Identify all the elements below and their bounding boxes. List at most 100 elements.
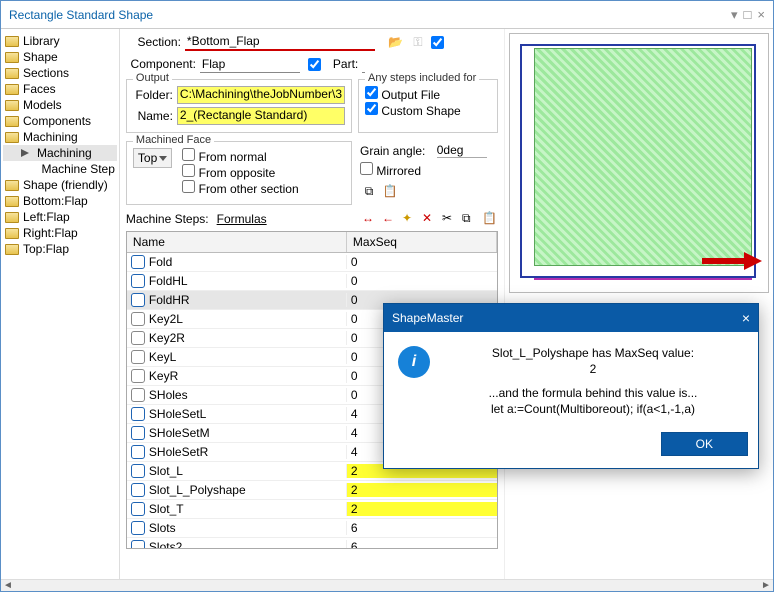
tree-item-label: Faces — [23, 82, 56, 96]
undo-icon[interactable]: ← — [382, 211, 398, 227]
horizontal-scrollbar[interactable]: ◄ ► — [1, 579, 773, 591]
dialog-close-icon[interactable]: × — [742, 310, 750, 326]
row-name: SHoleSetL — [149, 407, 206, 421]
tree-item-label: Machining — [37, 146, 92, 160]
new-icon[interactable]: ✦ — [402, 211, 418, 227]
formulas-link[interactable]: Formulas — [217, 212, 267, 226]
cut-icon[interactable]: ✂ — [442, 211, 458, 227]
table-row[interactable]: Slots26 — [127, 538, 497, 549]
tree-item[interactable]: Left:Flap — [3, 209, 117, 225]
row-seq: 2 — [347, 502, 497, 516]
row-name: KeyL — [149, 350, 176, 364]
part-input[interactable] — [362, 55, 442, 73]
row-name: Slot_L_Polyshape — [149, 483, 246, 497]
tree-item[interactable]: Models — [3, 97, 117, 113]
copy-grain-icon[interactable]: ⧉ — [360, 183, 378, 201]
row-checkbox[interactable] — [131, 388, 145, 402]
tree-panel: LibraryShapeSectionsFaces ModelsComponent… — [1, 29, 120, 579]
row-checkbox[interactable] — [131, 483, 145, 497]
from-other-checkbox[interactable]: From other section — [182, 182, 298, 196]
grain-value[interactable]: 0deg — [437, 143, 487, 158]
row-checkbox[interactable] — [131, 407, 145, 421]
table-row[interactable]: FoldHL0 — [127, 272, 497, 291]
row-checkbox[interactable] — [131, 540, 145, 549]
row-checkbox[interactable] — [131, 445, 145, 459]
tree-item[interactable]: Machining — [3, 145, 117, 161]
outputfile-checkbox[interactable]: Output File — [365, 88, 440, 102]
delete-icon[interactable]: ✕ — [422, 211, 438, 227]
table-row[interactable]: Slot_T 2 — [127, 500, 497, 519]
table-row[interactable]: Fold 0 — [127, 253, 497, 272]
row-seq: 6 — [347, 521, 497, 535]
tree-item-label: Library — [23, 34, 60, 48]
tree-item[interactable]: Shape — [3, 49, 117, 65]
row-checkbox[interactable] — [131, 502, 145, 516]
section-label: Section: — [126, 35, 181, 49]
folder-icon — [5, 132, 19, 143]
table-row[interactable]: Slot_L_Polyshape 2 — [127, 481, 497, 500]
row-checkbox[interactable] — [131, 293, 145, 307]
row-seq: 2 — [347, 483, 497, 497]
tree-item[interactable]: Shape (friendly) — [3, 177, 117, 193]
tree-item[interactable]: Sections — [3, 65, 117, 81]
paste-icon[interactable]: 📋 — [482, 211, 498, 227]
row-checkbox[interactable] — [131, 255, 145, 269]
section-browse-icon[interactable]: 📂 — [387, 33, 405, 51]
face-dropdown[interactable]: Top — [133, 148, 172, 168]
tree-item[interactable]: Right:Flap — [3, 225, 117, 241]
mirrored-checkbox[interactable]: Mirrored — [360, 164, 421, 178]
copy-icon[interactable]: ⧉ — [462, 211, 478, 227]
folder-input[interactable]: C:\Machining\theJobNumber\3 — [177, 86, 345, 104]
dialog-titlebar[interactable]: ShapeMaster × — [384, 304, 758, 332]
section-key-icon[interactable]: ⚿ — [409, 33, 427, 51]
row-seq: 0 — [347, 255, 497, 269]
tree-item[interactable]: Faces — [3, 81, 117, 97]
component-input[interactable] — [200, 55, 300, 73]
row-checkbox[interactable] — [131, 274, 145, 288]
tree-item[interactable]: Components — [3, 113, 117, 129]
tree-item[interactable]: Machine Step — [3, 161, 117, 177]
tree-item[interactable]: Top:Flap — [3, 241, 117, 257]
folder-icon — [5, 52, 19, 63]
row-name: Fold — [149, 255, 172, 269]
tree-item[interactable]: Machining — [3, 129, 117, 145]
row-checkbox[interactable] — [131, 464, 145, 478]
shape-preview — [509, 33, 769, 293]
scroll-left-icon[interactable]: ◄ — [1, 580, 15, 592]
col-name-header[interactable]: Name — [127, 232, 347, 252]
close-icon[interactable]: × — [757, 7, 765, 23]
section-checkbox[interactable] — [431, 36, 444, 49]
scroll-right-icon[interactable]: ► — [759, 580, 773, 592]
section-input[interactable] — [185, 33, 375, 51]
row-name: Slots — [149, 521, 176, 535]
tree-item[interactable]: Bottom:Flap — [3, 193, 117, 209]
row-checkbox[interactable] — [131, 350, 145, 364]
component-checkbox[interactable] — [308, 58, 321, 71]
tree-item-label: Models — [23, 98, 62, 112]
row-seq: 6 — [347, 540, 497, 549]
maximize-icon[interactable]: □ — [744, 7, 752, 23]
col-seq-header[interactable]: MaxSeq — [347, 232, 497, 252]
titlebar: Rectangle Standard Shape ▾ □ × — [1, 1, 773, 29]
row-checkbox[interactable] — [131, 369, 145, 383]
paste-grain-icon[interactable]: 📋 — [381, 182, 399, 200]
row-checkbox[interactable] — [131, 426, 145, 440]
table-row[interactable]: Slots 6 — [127, 519, 497, 538]
tree-item[interactable]: Library — [3, 33, 117, 49]
machined-face-group: Machined Face Top From normal From oppos… — [126, 141, 352, 205]
dialog-text: Slot_L_Polyshape has MaxSeq value: 2 ...… — [442, 346, 744, 416]
customshape-checkbox[interactable]: Custom Shape — [365, 104, 461, 118]
name-input[interactable]: 2_(Rectangle Standard) — [177, 107, 345, 125]
row-checkbox[interactable] — [131, 331, 145, 345]
from-normal-checkbox[interactable]: From normal — [182, 150, 266, 164]
row-checkbox[interactable] — [131, 312, 145, 326]
from-opposite-checkbox[interactable]: From opposite — [182, 166, 275, 180]
swap-icon[interactable]: ↔ — [362, 211, 378, 227]
row-name: SHoleSetR — [149, 445, 208, 459]
ok-button[interactable]: OK — [661, 432, 748, 456]
minimize-icon[interactable]: ▾ — [731, 7, 738, 23]
row-checkbox[interactable] — [131, 521, 145, 535]
machined-face-legend: Machined Face — [133, 134, 214, 146]
row-name: Slot_T — [149, 502, 184, 516]
grain-group: Grain angle: 0deg Mirrored ⧉ 📋 — [358, 139, 498, 205]
